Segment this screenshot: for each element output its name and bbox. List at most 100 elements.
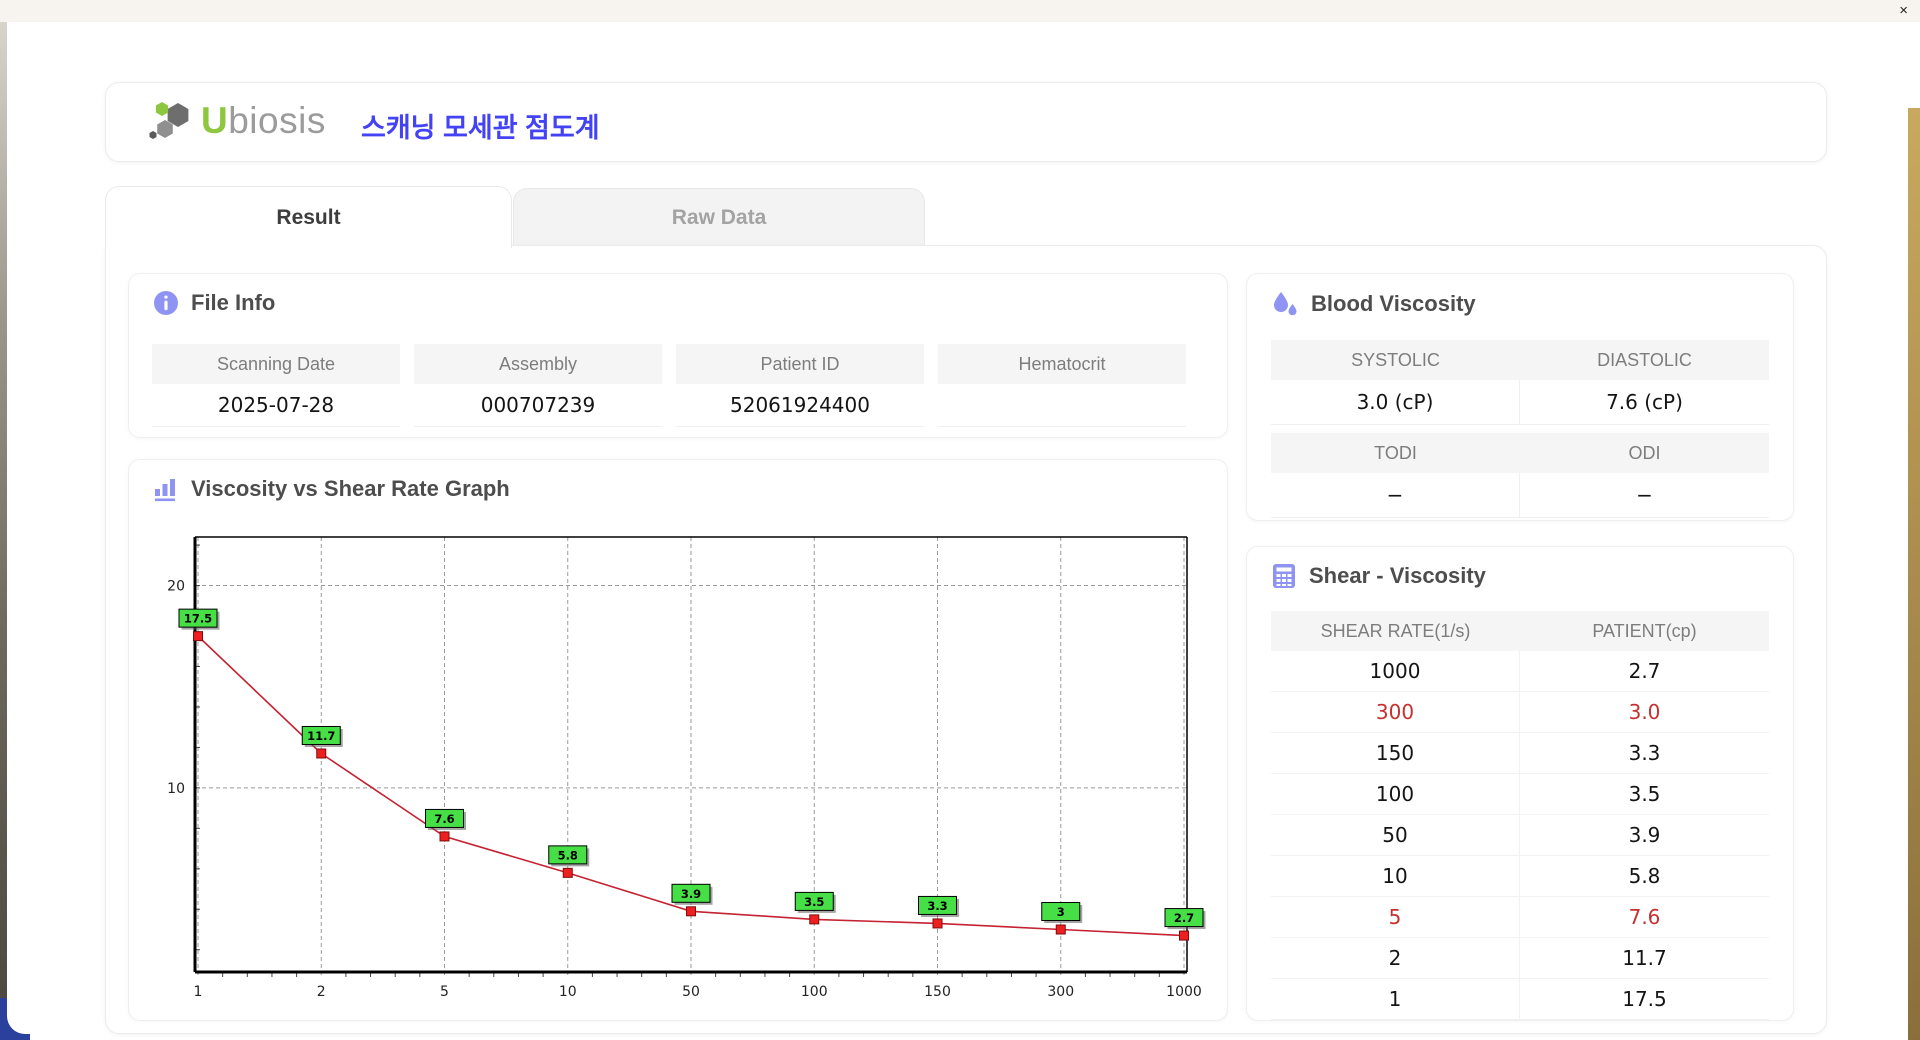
table-row: 10 5.8 <box>1271 856 1769 897</box>
bv-value: − <box>1271 473 1520 518</box>
desktop-edge-left <box>0 22 7 1040</box>
shear-rate-column-header: SHEAR RATE(1/s) <box>1271 611 1520 651</box>
tab-result[interactable]: Result <box>105 186 512 248</box>
file-info-field: Patient ID 52061924400 <box>676 344 924 427</box>
brand-rest: biosis <box>228 100 326 141</box>
field-value: 2025-07-28 <box>152 384 400 427</box>
bv-row-group: TODI ODI − − <box>1271 433 1769 518</box>
table-icon <box>1273 564 1295 588</box>
bv-value: − <box>1520 473 1769 518</box>
bv-value: 7.6 (cP) <box>1520 380 1769 425</box>
svg-text:3: 3 <box>1057 905 1065 919</box>
content-panel: File Info Scanning Date 2025-07-28 Assembl… <box>105 245 1827 1034</box>
patient-cell: 7.6 <box>1628 905 1661 929</box>
shear-rate-cell: 1000 <box>1271 651 1520 691</box>
svg-text:2: 2 <box>317 984 326 1000</box>
table-row: 100 3.5 <box>1271 774 1769 815</box>
svg-text:3.3: 3.3 <box>927 899 947 913</box>
file-info-field: Scanning Date 2025-07-28 <box>152 344 400 427</box>
window-titlebar: × <box>0 0 1920 22</box>
graph-card: Viscosity vs Shear Rate Graph 1 2 5 10 50 100… <box>128 459 1228 1021</box>
bv-label: DIASTOLIC <box>1520 340 1769 380</box>
field-label: Patient ID <box>676 344 924 384</box>
patient-cell: 11.7 <box>1622 946 1667 970</box>
shear-rate-cell: 1 <box>1271 979 1520 1019</box>
shear-viscosity-card: Shear - Viscosity SHEAR RATE(1/s) PATIEN… <box>1246 546 1794 1021</box>
shear-rate-cell: 50 <box>1271 815 1520 855</box>
svg-text:3.9: 3.9 <box>681 887 701 901</box>
patient-cell: 3.3 <box>1628 741 1661 765</box>
bv-row-group: SYSTOLIC DIASTOLIC 3.0 (cP) 7.6 (cP) <box>1271 340 1769 425</box>
patient-cell: 17.5 <box>1622 987 1667 1011</box>
blood-viscosity-tables: SYSTOLIC DIASTOLIC 3.0 (cP) 7.6 (cP) TODI ODI… <box>1271 340 1769 518</box>
svg-text:5.8: 5.8 <box>558 848 578 862</box>
viscosity-chart: 1 2 5 10 50 100 150 300 1000 20 10 17.5 11.7 7.6 5.8 3.… <box>167 536 1206 1000</box>
bv-label: SYSTOLIC <box>1271 340 1520 380</box>
field-value: 52061924400 <box>676 384 924 427</box>
field-value <box>938 384 1186 427</box>
shear-rate-cell: 2 <box>1271 938 1520 978</box>
patient-cell: 3.9 <box>1628 823 1661 847</box>
section-title: Blood Viscosity <box>1311 291 1476 316</box>
svg-text:7.6: 7.6 <box>434 812 454 826</box>
svg-text:10: 10 <box>167 781 185 797</box>
table-row: 1 17.5 <box>1271 979 1769 1020</box>
shear-viscosity-title: Shear - Viscosity <box>1271 563 1486 589</box>
table-row: 300 3.0 <box>1271 692 1769 733</box>
patient-column-header: PATIENT(cp) <box>1520 611 1769 651</box>
ubiosis-logo: Ubiosis <box>148 99 326 143</box>
section-title: File Info <box>191 290 276 315</box>
table-row: 5 7.6 <box>1271 897 1769 938</box>
svg-text:10: 10 <box>559 984 577 1000</box>
table-row: 150 3.3 <box>1271 733 1769 774</box>
svg-text:100: 100 <box>801 984 828 1000</box>
section-title: Shear - Viscosity <box>1309 563 1486 588</box>
svg-text:20: 20 <box>167 579 185 595</box>
brand-letter-u: U <box>201 100 229 141</box>
svg-text:5: 5 <box>440 984 449 1000</box>
bv-label: ODI <box>1520 433 1769 473</box>
app-window: { "window": { "close": "×" }, "header": … <box>0 0 1920 1040</box>
field-label: Assembly <box>414 344 662 384</box>
svg-text:1000: 1000 <box>1166 984 1202 1000</box>
tab-raw-data[interactable]: Raw Data <box>513 188 925 247</box>
blood-viscosity-card: Blood Viscosity SYSTOLIC DIASTOLIC 3.0 (cP… <box>1246 273 1794 521</box>
svg-text:300: 300 <box>1047 984 1074 1000</box>
shear-table-header: SHEAR RATE(1/s) PATIENT(cp) <box>1271 611 1769 651</box>
patient-cell: 2.7 <box>1628 659 1661 683</box>
field-label: Scanning Date <box>152 344 400 384</box>
svg-text:17.5: 17.5 <box>184 612 212 626</box>
water-drops-icon <box>1274 292 1297 316</box>
field-label: Hematocrit <box>938 344 1186 384</box>
shear-rate-cell: 150 <box>1271 733 1520 773</box>
shear-rate-cell: 300 <box>1271 692 1520 732</box>
desktop-edge-right <box>1908 108 1920 1040</box>
blood-viscosity-title: Blood Viscosity <box>1271 290 1476 318</box>
shear-rate-cell: 100 <box>1271 774 1520 814</box>
svg-text:1: 1 <box>194 984 203 1000</box>
app-title-korean: 스캐닝 모세관 점도계 <box>361 113 600 143</box>
table-row: 2 11.7 <box>1271 938 1769 979</box>
file-info-field: Assembly 000707239 <box>414 344 662 427</box>
file-info-title: File Info <box>153 290 275 316</box>
close-icon[interactable]: × <box>1899 2 1908 20</box>
shear-rate-cell: 5 <box>1271 897 1520 937</box>
header-card: Ubiosis 스캐닝 모세관 점도계 <box>105 82 1827 162</box>
info-icon <box>154 291 178 315</box>
field-value: 000707239 <box>414 384 662 427</box>
bv-value: 3.0 (cP) <box>1271 380 1520 425</box>
bv-label: TODI <box>1271 433 1520 473</box>
hexagon-cluster-icon <box>149 102 189 139</box>
svg-text:50: 50 <box>682 984 700 1000</box>
file-info-fields: Scanning Date 2025-07-28 Assembly 000707239… <box>152 344 1186 427</box>
brand-name: Ubiosis <box>201 100 326 142</box>
svg-text:3.5: 3.5 <box>804 895 824 909</box>
patient-cell: 3.5 <box>1628 782 1661 806</box>
patient-cell: 5.8 <box>1628 864 1661 888</box>
file-info-card: File Info Scanning Date 2025-07-28 Assembl… <box>128 273 1228 438</box>
table-row: 50 3.9 <box>1271 815 1769 856</box>
svg-text:2.7: 2.7 <box>1174 911 1194 925</box>
svg-text:150: 150 <box>924 984 951 1000</box>
shear-table-body: 1000 2.7 300 3.0 150 3.3 100 3.5 50 3.9 10 5.8 5 7.6 2… <box>1271 651 1769 1020</box>
shear-rate-cell: 10 <box>1271 856 1520 896</box>
